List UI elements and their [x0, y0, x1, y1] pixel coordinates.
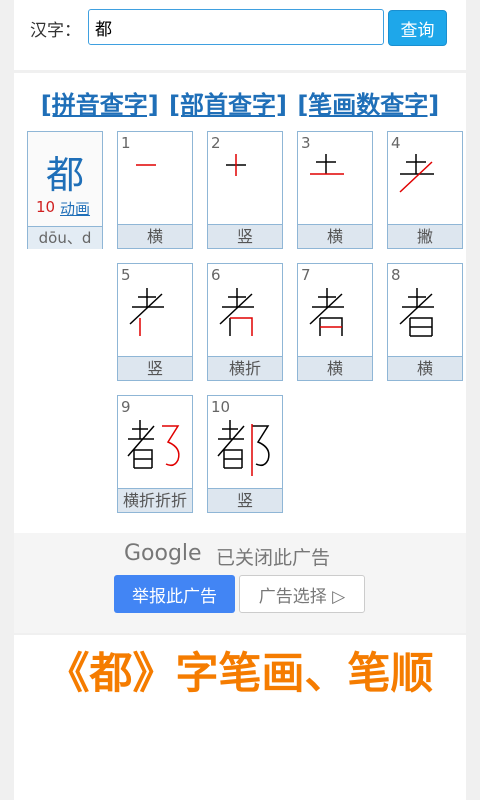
search-label: 汉字： — [30, 21, 81, 41]
stroke-cell-7: 7 横 — [297, 263, 373, 381]
ad-choices-button[interactable]: 广告选择 ▷ — [239, 575, 365, 613]
stroke-name: 横折折折 — [118, 488, 192, 512]
stroke-name: 横 — [298, 356, 372, 380]
stroke-name: 撇 — [388, 224, 462, 248]
stroke-count: 10 — [36, 198, 56, 216]
stroke-name: 横 — [118, 224, 192, 248]
stroke-cell-3: 3 横 — [297, 131, 373, 249]
search-button[interactable]: 查询 — [388, 10, 447, 46]
stroke-cell-2: 2 竖 — [207, 131, 283, 249]
stroke-cell-4: 4 撇 — [387, 131, 463, 249]
stroke-name: 横折 — [208, 356, 282, 380]
article-panel: 《都》字笔画、笔顺 — [14, 635, 466, 800]
stroke-name: 横 — [298, 224, 372, 248]
stroke-cell-5: 5 竖 — [117, 263, 193, 381]
lookup-links: [拼音查字] [部首查字] [笔画数查字] — [14, 85, 466, 120]
google-logo: Google — [124, 541, 202, 566]
stroke-name: 横 — [388, 356, 462, 380]
radical-lookup-link[interactable]: [部首查字] — [169, 91, 287, 119]
character-glyph: 都 — [45, 153, 84, 197]
stroke-diagram — [217, 420, 270, 476]
stroke-cell-8: 8 横 — [387, 263, 463, 381]
search-input[interactable] — [88, 9, 384, 45]
animate-link[interactable]: 动画 — [60, 198, 90, 219]
stroke-diagram — [129, 288, 164, 336]
stroke-cell-1: 1 横 — [117, 131, 193, 249]
search-bar: 汉字： 查询 — [14, 0, 466, 70]
stroke-diagram — [399, 288, 434, 337]
stroke-count-lookup-link[interactable]: [笔画数查字] — [297, 91, 439, 119]
stroke-name: 竖 — [208, 488, 282, 512]
stroke-diagram — [136, 164, 156, 166]
stroke-diagram — [309, 288, 344, 336]
ad-area: Google 已关闭此广告 举报此广告 广告选择 ▷ — [14, 533, 466, 633]
stroke-cell-10: 10 竖 — [207, 395, 283, 513]
stroke-diagram — [127, 420, 180, 469]
stroke-diagram — [226, 154, 246, 176]
stroke-name: 竖 — [208, 224, 282, 248]
stroke-diagram — [399, 154, 434, 193]
character-card: 都 10 动画 dōu、d — [27, 131, 103, 249]
stroke-diagram — [310, 154, 344, 175]
stroke-diagram — [219, 288, 254, 336]
ad-closed-text: 已关闭此广告 — [216, 547, 331, 569]
stroke-order-panel: [拼音查字] [部首查字] [笔画数查字] 都 10 动画 dōu、d 1 横 … — [14, 73, 466, 633]
stroke-name: 竖 — [118, 356, 192, 380]
article-title: 《都》字笔画、笔顺 — [46, 649, 434, 699]
pinyin: dōu、d — [28, 226, 102, 249]
stroke-cell-9: 9 横折折折 — [117, 395, 193, 513]
pinyin-lookup-link[interactable]: [拼音查字] — [41, 91, 159, 119]
stroke-cell-6: 6 横折 — [207, 263, 283, 381]
report-ad-button[interactable]: 举报此广告 — [114, 575, 235, 613]
